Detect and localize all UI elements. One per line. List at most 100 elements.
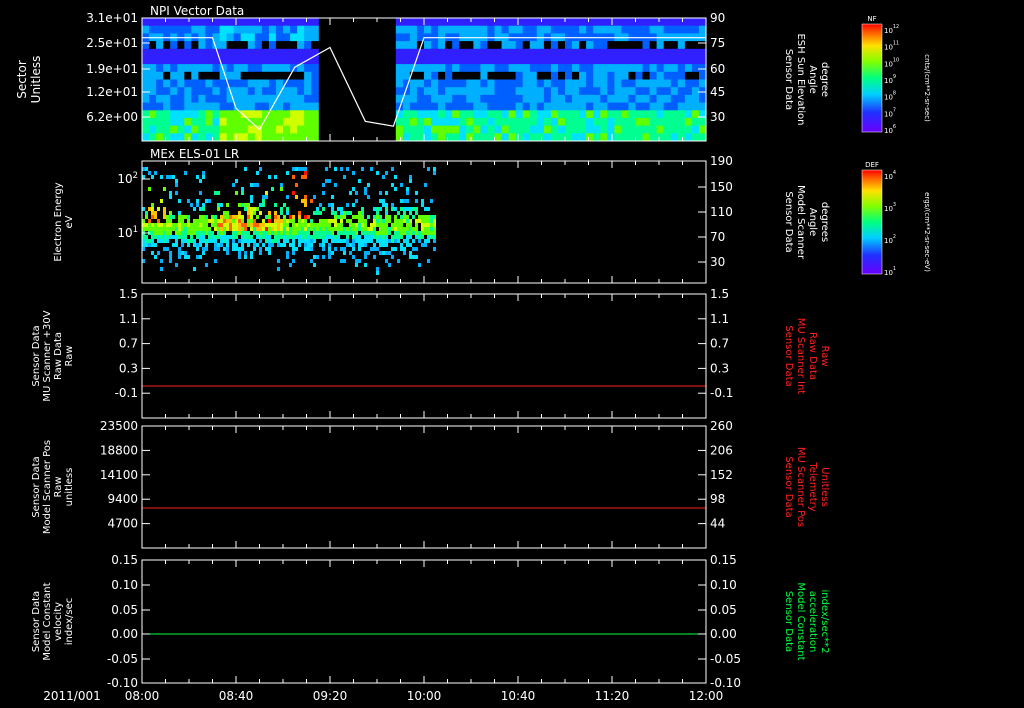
- left-axis-label: Raw Data: [53, 332, 64, 380]
- y2-tick-label: 0.00: [710, 627, 737, 641]
- heatmap-cell: [247, 125, 256, 134]
- heatmap-cell: [600, 18, 608, 27]
- heatmap-cell: [403, 199, 406, 203]
- heatmap-cell: [529, 94, 538, 103]
- heatmap-cell: [536, 87, 545, 96]
- heatmap-cell: [656, 87, 665, 96]
- heatmap-cell: [459, 125, 467, 134]
- heatmap-cell: [331, 227, 334, 231]
- heatmap-cell: [211, 235, 214, 239]
- heatmap-cell: [536, 48, 545, 57]
- heatmap-cell: [355, 231, 358, 235]
- heatmap-cell: [691, 56, 700, 65]
- heatmap-cell: [418, 263, 421, 267]
- heatmap-cell: [268, 215, 271, 219]
- heatmap-cell: [253, 219, 256, 223]
- heatmap-cell: [170, 79, 178, 88]
- heatmap-cell: [199, 243, 202, 247]
- heatmap-cell: [415, 231, 418, 235]
- heatmap-cell: [416, 79, 425, 88]
- heatmap-cell: [586, 25, 594, 34]
- heatmap-cell: [223, 235, 226, 239]
- heatmap-cell: [154, 223, 157, 227]
- heatmap-cell: [466, 110, 474, 119]
- heatmap-cell: [400, 215, 403, 219]
- heatmap-cell: [480, 56, 488, 65]
- panel-frame-mu_pos: [141, 425, 707, 549]
- heatmap-cell: [232, 243, 235, 247]
- heatmap-cell: [217, 203, 220, 207]
- heatmap-cell: [421, 231, 424, 235]
- heatmap-cell: [253, 247, 256, 251]
- heatmap-cell: [593, 71, 601, 80]
- heatmap-cell: [286, 207, 289, 211]
- heatmap-cell: [677, 110, 686, 119]
- heatmap-cell: [241, 235, 244, 239]
- heatmap-cell: [337, 215, 340, 219]
- heatmap-cell: [358, 239, 361, 243]
- heatmap-cell: [558, 94, 566, 103]
- heatmap-cell: [402, 125, 411, 134]
- heatmap-cell: [295, 227, 298, 231]
- heatmap-cell: [286, 231, 289, 235]
- heatmap-cell: [310, 247, 313, 251]
- heatmap-cell: [290, 18, 298, 27]
- heatmap-cell: [292, 223, 295, 227]
- heatmap-cell: [438, 87, 446, 96]
- heatmap-cell: [550, 48, 559, 57]
- heatmap-cell: [409, 223, 412, 227]
- time-tick-label: 11:20: [595, 689, 630, 703]
- heatmap-cell: [501, 64, 510, 73]
- heatmap-cell: [416, 18, 425, 27]
- heatmap-cell: [415, 227, 418, 231]
- heatmap-cell: [565, 64, 573, 73]
- heatmap-cell: [205, 223, 208, 227]
- heatmap-cell: [424, 56, 432, 65]
- heatmap-cell: [220, 235, 223, 239]
- heatmap-cell: [433, 215, 436, 219]
- heatmap-cell: [319, 227, 322, 231]
- heatmap-cell: [391, 183, 394, 187]
- heatmap-cell: [290, 133, 298, 142]
- heatmap-cell: [233, 117, 242, 126]
- colorbar-tick-label: 107: [884, 107, 896, 118]
- heatmap-cell: [691, 48, 700, 57]
- heatmap-cell: [226, 211, 229, 215]
- heatmap-cell: [253, 223, 256, 227]
- heatmap-cell: [274, 219, 277, 223]
- heatmap-cell: [607, 25, 615, 34]
- heatmap-cell: [175, 263, 178, 267]
- heatmap-cell: [283, 87, 291, 96]
- heatmap-cell: [198, 48, 206, 57]
- heatmap-cell: [219, 133, 228, 142]
- heatmap-cell: [691, 102, 700, 111]
- heatmap-cell: [529, 56, 538, 65]
- heatmap-cell: [289, 243, 292, 247]
- heatmap-cell: [397, 239, 400, 243]
- heatmap-cell: [370, 223, 373, 227]
- heatmap-cell: [295, 183, 298, 187]
- y-tick-label: 4700: [107, 517, 138, 531]
- y-tick-label: 0.7: [119, 337, 138, 351]
- heatmap-cell: [301, 239, 304, 243]
- right-axis-label: Sensor Data: [783, 49, 794, 110]
- heatmap-cell: [402, 110, 411, 119]
- heatmap-cell: [424, 71, 432, 80]
- heatmap-cell: [232, 231, 235, 235]
- heatmap-cell: [543, 87, 552, 96]
- heatmap-cell: [391, 255, 394, 259]
- date-label: 2011/001: [43, 689, 101, 703]
- heatmap-cell: [621, 56, 629, 65]
- heatmap-cell: [402, 102, 411, 111]
- heatmap-cell: [202, 227, 205, 231]
- heatmap-cell: [487, 117, 495, 126]
- right-axis-label: Model Constant: [795, 582, 806, 660]
- heatmap-cell: [343, 211, 346, 215]
- heatmap-cell: [211, 219, 214, 223]
- heatmap-cell: [558, 79, 566, 88]
- heatmap-cell: [433, 247, 436, 251]
- heatmap-cell: [184, 18, 192, 27]
- heatmap-cell: [148, 239, 151, 243]
- heatmap-cell: [600, 102, 608, 111]
- heatmap-cell: [418, 215, 421, 219]
